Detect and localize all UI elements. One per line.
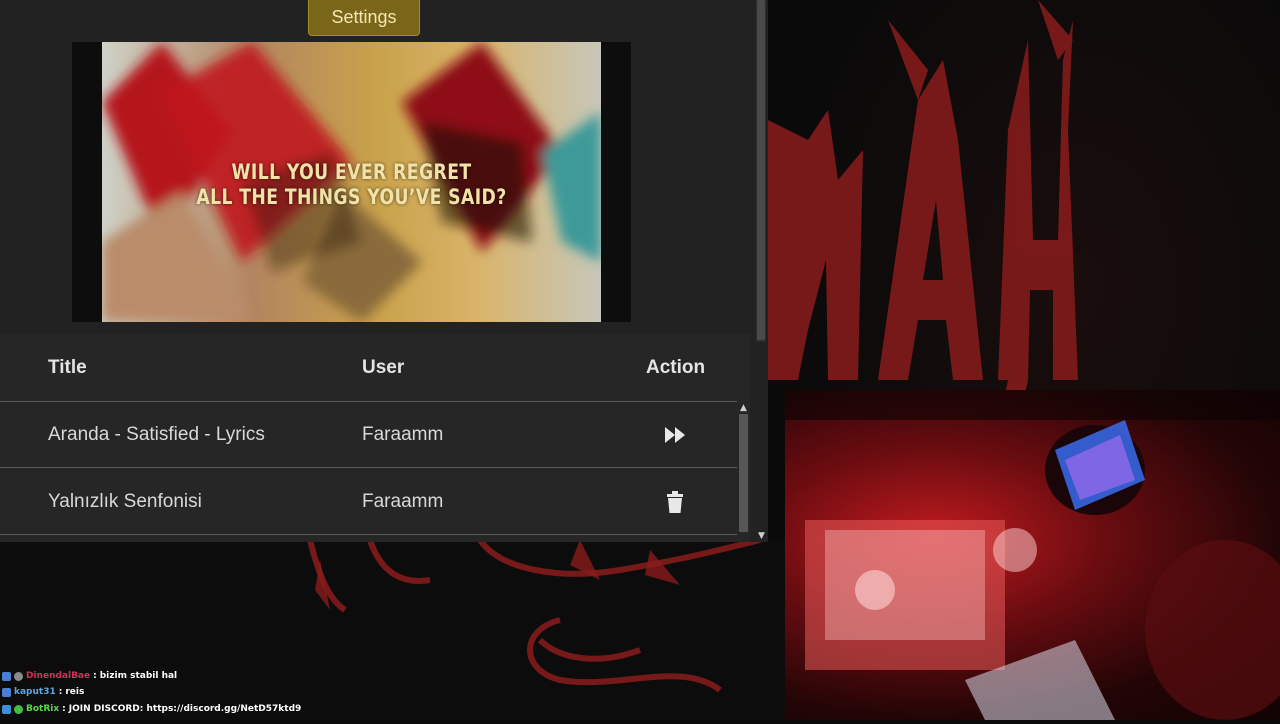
chat-separator: : bbox=[58, 687, 63, 697]
chat-username: BotRix bbox=[26, 704, 60, 714]
song-user: Faraamm bbox=[362, 424, 444, 445]
chat-separator: : bbox=[93, 671, 97, 681]
badge-icon bbox=[2, 671, 11, 681]
queue-scrollbar-thumb[interactable] bbox=[739, 414, 748, 532]
chat-overlay: DinendalBae : bizim stabil hal kaput31 :… bbox=[2, 668, 422, 720]
chat-message: DinendalBae : bizim stabil hal bbox=[2, 668, 177, 684]
song-title: Yalnızlık Senfonisi bbox=[48, 491, 202, 512]
chat-username: DinendalBae bbox=[26, 671, 91, 681]
chat-text: reis bbox=[65, 687, 85, 697]
badge-icon bbox=[14, 704, 23, 714]
song-queue-table: Title User Action Aranda - Satisfied - L… bbox=[0, 334, 750, 542]
badge-icon bbox=[14, 671, 23, 681]
table-row: Aranda - Satisfied - Lyrics Faraamm bbox=[0, 402, 737, 468]
badge-icon bbox=[2, 687, 11, 697]
table-header: Title User Action bbox=[0, 334, 737, 402]
chat-message: kaput31 : reis bbox=[2, 684, 84, 700]
scroll-down-arrow-icon[interactable]: ▼ bbox=[755, 530, 768, 542]
trash-icon[interactable] bbox=[664, 491, 686, 513]
song-user: Faraamm bbox=[362, 491, 444, 512]
lyric-line-1: WILL YOU EVER REGRET bbox=[231, 160, 472, 184]
table-row: Yalnızlık Senfonisi Faraamm bbox=[0, 469, 737, 535]
webcam-feed bbox=[785, 390, 1280, 720]
column-header-user: User bbox=[362, 357, 405, 378]
column-header-title: Title bbox=[48, 357, 87, 378]
chat-username: kaput31 bbox=[14, 687, 56, 697]
chat-text: bizim stabil hal bbox=[99, 671, 178, 681]
panel-scrollbar-thumb[interactable] bbox=[757, 0, 765, 340]
scroll-up-arrow-icon[interactable]: ▲ bbox=[737, 402, 750, 414]
fast-forward-icon[interactable] bbox=[664, 424, 686, 446]
lyric-line-2: ALL THE THINGS YOU’VE SAID? bbox=[196, 185, 507, 209]
column-header-action: Action bbox=[646, 357, 706, 378]
chat-message: BotRix : JOIN DISCORD: https://discord.g… bbox=[2, 701, 301, 717]
lyric-overlay: WILL YOU EVER REGRET ALL THE THINGS YOU’… bbox=[147, 160, 556, 210]
settings-button[interactable]: Settings bbox=[308, 0, 420, 36]
song-title: Aranda - Satisfied - Lyrics bbox=[48, 424, 265, 445]
video-frame-image[interactable]: WILL YOU EVER REGRET ALL THE THINGS YOU’… bbox=[102, 42, 601, 322]
chat-separator: : bbox=[62, 704, 66, 714]
badge-icon bbox=[2, 704, 11, 714]
chat-text: JOIN DISCORD: https://discord.gg/NetD57k… bbox=[68, 704, 302, 714]
